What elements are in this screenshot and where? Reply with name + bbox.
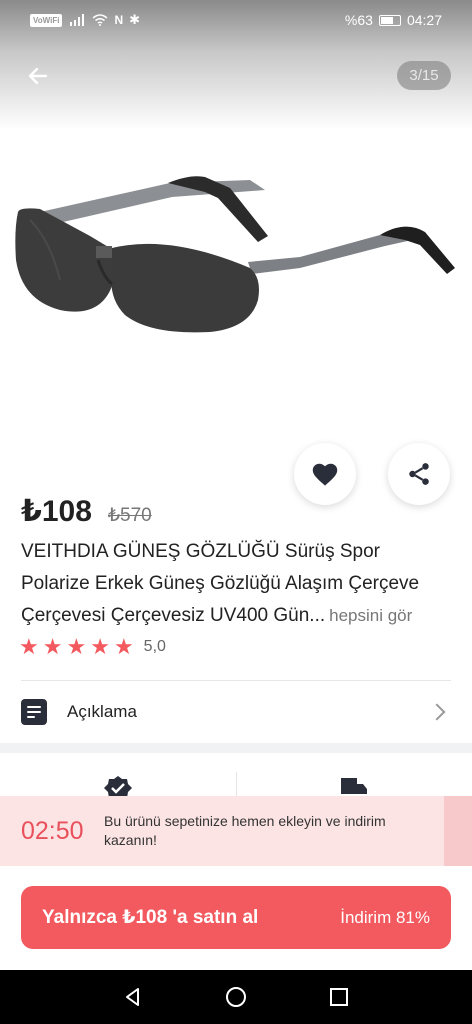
star-icon: ★ [42,634,63,659]
countdown-timer: 02:50 [21,816,84,845]
discount-label: İndirim 81% [340,907,430,927]
star-icon: ★ [90,634,110,659]
heart-icon [312,463,338,486]
title-line: VEITHDIA GÜNEŞ GÖZLÜĞÜ Sürüş Spor [21,541,380,562]
share-button[interactable] [388,443,450,505]
star-icon: ★ [19,634,39,659]
nav-back-icon[interactable] [122,986,144,1008]
clock: 04:27 [406,12,442,28]
wifi-icon [92,14,108,26]
arrow-left-icon [28,67,48,85]
star-icon: ★ [113,634,134,659]
document-icon [21,699,47,725]
features-row [0,760,472,802]
timer-message: Bu ürünü sepetinize hemen ekleyin ve ind… [104,813,386,848]
battery-icon [378,14,401,26]
rating-value: 5,0 [143,638,166,655]
photo-counter: 3/15 [397,61,451,90]
price-row: ₺108 ₺570 [21,494,152,529]
product-image-sunglasses[interactable] [0,150,472,390]
system-nav-bar [0,970,472,1024]
product-gallery[interactable]: 3/15 [0,0,472,450]
back-button[interactable] [22,60,54,92]
title-line-last: Çerçevesi Çerçevesiz UV400 Gün... hepsini… [21,600,461,632]
signal-icon [70,14,85,26]
title-line: Polarize Erkek Güneş Gözlüğü Alaşım Çerç… [21,573,420,594]
nfc-icon: N [114,13,124,27]
nav-recents-icon[interactable] [328,986,350,1008]
truck-icon [341,778,368,794]
verified-badge-icon [103,776,132,798]
description-label: Açıklama [67,702,137,721]
product-title: VEITHDIA GÜNEŞ GÖZLÜĞÜ Sürüş Spor Polari… [21,536,461,632]
description-row[interactable]: Açıklama [21,690,451,734]
vowifi-badge: VoWiFi [30,13,63,27]
see-all-link[interactable]: hepsini gör [329,606,412,625]
rating-stars: ★ ★ ★ ★ ★ [19,636,134,658]
bluetooth-icon: ✱ [129,12,141,27]
bottom-bar: Yalnızca ₺108 'a satın al İndirim 81% [0,866,472,970]
timer-edge [444,796,472,866]
nav-home-icon[interactable] [224,985,248,1009]
star-icon: ★ [66,634,87,659]
battery-percent: %63 [344,12,373,28]
share-icon [409,463,429,485]
feature-verified [0,760,236,800]
favorite-button[interactable] [294,443,356,505]
title-line-text: Çerçevesi Çerçevesiz UV400 Gün... [21,605,326,626]
price-current: ₺108 [21,495,92,528]
timer-banner: 02:50 Bu ürünü sepetinize hemen ekleyin … [0,796,472,866]
buy-button[interactable]: Yalnızca ₺108 'a satın al İndirim 81% [21,886,451,949]
rating-row[interactable]: ★ ★ ★ ★ ★ 5,0 [19,636,166,658]
divider [21,680,451,681]
chevron-right-icon [428,703,446,721]
status-bar: VoWiFi N ✱ %63 04:27 [0,0,472,40]
section-gap [0,743,472,753]
buy-label: Yalnızca ₺108 'a satın al [42,907,259,928]
price-old: ₺570 [107,505,152,526]
feature-shipping [237,760,472,800]
